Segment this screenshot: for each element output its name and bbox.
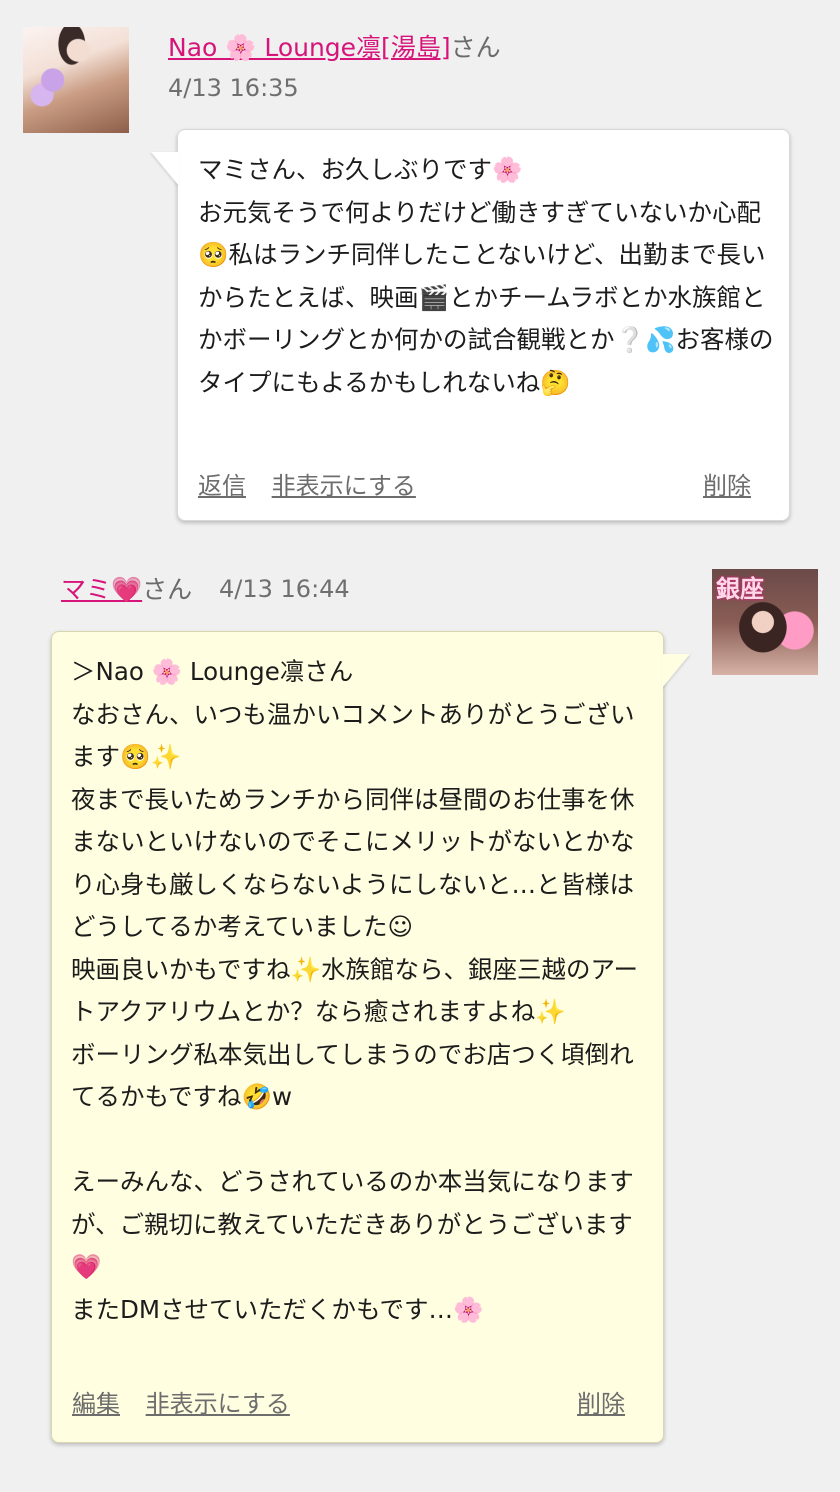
hide-button[interactable]: 非表示にする — [272, 472, 416, 500]
comment-bubble: マミさん、お久しぶりです🌸 お元気そうで何よりだけど働きすぎていないか心配🥺私は… — [151, 129, 790, 521]
edit-button[interactable]: 編集 — [72, 1390, 120, 1418]
comment-actions: 返信 非表示にする 削除 — [198, 466, 751, 500]
comment-bubble: ＞Nao 🌸 Lounge凛さん なおさん、いつも温かいコメントありがとうござい… — [51, 631, 690, 1443]
delete-button[interactable]: 削除 — [577, 1384, 625, 1419]
delete-button[interactable]: 削除 — [703, 466, 751, 501]
comment-timestamp: 4/13 16:44 — [219, 575, 350, 603]
author-name-link[interactable]: Nao 🌸 Lounge凛[湯島] — [168, 33, 451, 62]
comment-body: ＞Nao 🌸 Lounge凛さん なおさん、いつも温かいコメントありがとうござい… — [71, 657, 639, 1324]
comment-author-line: Nao 🌸 Lounge凛[湯島]さん — [168, 32, 501, 64]
bubble-tail — [151, 152, 179, 186]
comment-thread: Nao 🌸 Lounge凛[湯島]さん 4/13 16:35 マミさん、お久しぶ… — [0, 0, 840, 1492]
reply-button[interactable]: 返信 — [198, 472, 246, 500]
comment-actions: 編集 非表示にする 削除 — [72, 1384, 625, 1418]
comment-author-line: マミ💗さん — [61, 574, 192, 606]
comment-timestamp: 4/13 16:35 — [168, 74, 299, 102]
bubble-tail — [662, 654, 690, 688]
avatar-badge: 銀座 — [716, 575, 764, 603]
hide-button[interactable]: 非表示にする — [146, 1390, 290, 1418]
author-honorific: さん — [450, 33, 501, 62]
author-name-link[interactable]: マミ💗 — [61, 575, 142, 604]
avatar[interactable] — [23, 27, 129, 133]
avatar[interactable]: 銀座 — [712, 569, 818, 675]
comment-body: マミさん、お久しぶりです🌸 お元気そうで何よりだけど働きすぎていないか心配🥺私は… — [198, 155, 774, 397]
author-honorific: さん — [142, 575, 193, 604]
